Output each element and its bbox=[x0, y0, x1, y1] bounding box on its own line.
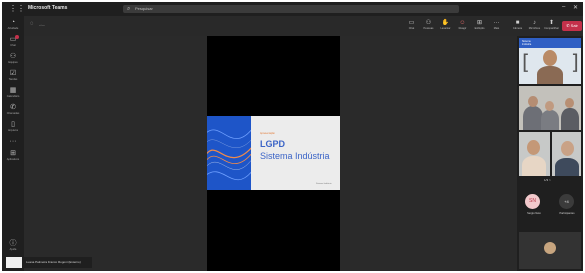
participant-body bbox=[561, 108, 579, 130]
search-input[interactable]: ⌕ Pesquisar bbox=[123, 5, 459, 13]
more-icon: ··· bbox=[9, 138, 17, 145]
shield-icon: ◌ bbox=[30, 21, 34, 27]
participant-head bbox=[565, 98, 574, 108]
participant-body bbox=[537, 66, 563, 84]
video-tile[interactable] bbox=[519, 132, 581, 176]
leave-button[interactable]: ✆ Sair bbox=[562, 21, 582, 31]
teams-icon: ⚇ bbox=[9, 53, 17, 60]
presenter-name-toast: Luana Palmeira Franco Rogoni (Externo) bbox=[6, 257, 92, 268]
participant-head bbox=[561, 141, 574, 156]
search-placeholder: Pesquisar bbox=[135, 6, 153, 11]
chat-icon: ▭ bbox=[408, 20, 415, 26]
tasks-icon: ☑ bbox=[9, 70, 17, 77]
meeting-toolbar: ◌ –:–– ▭ Chat ⚇ Pessoas ✋ Levantar ☺ Rea… bbox=[24, 16, 583, 36]
mic-icon: ♪ bbox=[533, 20, 536, 26]
self-view-person bbox=[544, 242, 556, 254]
leave-label: Sair bbox=[570, 23, 578, 28]
participant-head bbox=[543, 50, 557, 66]
rail-item-files[interactable]: ▯ Arquivos bbox=[2, 121, 24, 137]
chat-button[interactable]: ▭ Chat bbox=[403, 19, 420, 33]
phone-icon: ✆ bbox=[566, 23, 570, 28]
avatar-name: Sergio Neto bbox=[527, 212, 541, 215]
mic-button[interactable]: ♪ Microfone bbox=[526, 19, 543, 33]
presenter-name: Luana Palmeira Franco Rogoni (Externo) bbox=[26, 260, 81, 264]
slide-label: Apresentação bbox=[260, 132, 275, 135]
participant-body bbox=[523, 106, 543, 130]
apps-icon: ⊞ bbox=[10, 150, 16, 157]
app-rail: ◔ Atividade ▭ Chat ⚇ Equipes ☑ Tarefas ▦… bbox=[2, 16, 24, 271]
avatar[interactable]: SN bbox=[525, 194, 540, 209]
participants-panel: Sistema Indústria [ ] 1/3 > SN Sergio Ne… bbox=[517, 36, 583, 271]
presenter-thumbnail bbox=[6, 257, 22, 268]
slide-wave-graphic bbox=[207, 116, 254, 190]
bracket-graphic: ] bbox=[571, 50, 579, 74]
wave-lines-graphic bbox=[207, 127, 254, 181]
app-title: Microsoft Teams bbox=[28, 5, 68, 11]
slide-subtitle: Sistema Indústria bbox=[260, 151, 330, 161]
slide-footer: Sistema Indústria bbox=[316, 183, 332, 185]
view-button[interactable]: ⊞ Exibição bbox=[471, 19, 488, 33]
rail-item-activity[interactable]: ◔ Atividade bbox=[2, 19, 24, 35]
help-icon: ⓘ bbox=[9, 240, 17, 247]
meeting-timer: –:–– bbox=[39, 23, 45, 27]
rail-item-calendar[interactable]: ▦ Calendário bbox=[2, 87, 24, 103]
self-view-tile[interactable] bbox=[519, 232, 581, 269]
participant-head bbox=[527, 140, 540, 155]
react-icon: ☺ bbox=[459, 20, 466, 26]
more-button[interactable]: ··· Mais bbox=[488, 19, 505, 33]
search-icon: ⌕ bbox=[127, 6, 131, 12]
more-participants-count: +4 bbox=[564, 199, 569, 204]
calendar-icon: ▦ bbox=[9, 87, 17, 94]
people-icon: ⚇ bbox=[425, 20, 432, 26]
avatar-initials: SN bbox=[529, 198, 536, 204]
video-tile[interactable] bbox=[519, 86, 581, 130]
rail-item-help[interactable]: ⓘ Ajuda bbox=[2, 240, 24, 256]
raise-hand-icon: ✋ bbox=[441, 20, 450, 26]
close-window-button[interactable]: ✕ bbox=[573, 4, 578, 11]
tile-overlay-text: Sistema Indústria bbox=[522, 40, 532, 46]
phone-icon: ✆ bbox=[10, 104, 16, 111]
bracket-graphic: [ bbox=[522, 50, 530, 74]
view-icon: ⊞ bbox=[476, 20, 483, 26]
tile-divider bbox=[550, 132, 552, 176]
notification-badge bbox=[15, 35, 19, 39]
participant-body bbox=[555, 158, 579, 176]
video-tile[interactable]: Sistema Indústria [ ] bbox=[519, 38, 581, 84]
share-button[interactable]: ⬆ Compartilhar bbox=[543, 19, 560, 33]
app-launcher-icon[interactable]: ⋮⋮ bbox=[9, 5, 25, 13]
react-button[interactable]: ☺ Reagir bbox=[454, 19, 471, 33]
title-bar: ⋮⋮ Microsoft Teams ⌕ Pesquisar – ✕ bbox=[2, 2, 583, 16]
files-icon: ▯ bbox=[11, 121, 15, 128]
rail-item-teams[interactable]: ⚇ Equipes bbox=[2, 53, 24, 69]
raise-hand-button[interactable]: ✋ Levantar bbox=[437, 19, 454, 33]
camera-button[interactable]: ■ Câmera bbox=[509, 19, 526, 33]
minimize-button[interactable]: – bbox=[562, 4, 565, 10]
camera-icon: ■ bbox=[515, 20, 520, 26]
rail-item-apps[interactable]: ⊞ Aplicativos bbox=[2, 150, 24, 166]
chat-icon: ▭ bbox=[9, 36, 17, 43]
shared-screen: Apresentação LGPD Sistema Indústria Sist… bbox=[207, 36, 340, 271]
slide-title: LGPD bbox=[260, 139, 286, 149]
rail-item-chat[interactable]: ▭ Chat bbox=[2, 35, 24, 52]
rail-item-tasks[interactable]: ☑ Tarefas bbox=[2, 70, 24, 86]
gallery-pager[interactable]: 1/3 > bbox=[544, 178, 551, 182]
more-participants-button[interactable]: +4 bbox=[559, 194, 574, 209]
participant-head bbox=[545, 101, 554, 111]
meeting-stage: Apresentação LGPD Sistema Indústria Sist… bbox=[24, 36, 517, 271]
more-participants-label: Participantes bbox=[559, 212, 575, 215]
participant-body bbox=[541, 110, 559, 130]
participant-body bbox=[522, 156, 546, 176]
teams-window: ⋮⋮ Microsoft Teams ⌕ Pesquisar – ✕ ◔ Ati… bbox=[2, 2, 583, 271]
bell-icon: ◔ bbox=[10, 19, 16, 26]
rail-item-calls[interactable]: ✆ Chamadas bbox=[2, 104, 24, 120]
participant-head bbox=[528, 96, 538, 107]
share-icon: ⬆ bbox=[548, 20, 555, 26]
presentation-slide: Apresentação LGPD Sistema Indústria Sist… bbox=[207, 116, 340, 190]
more-icon: ··· bbox=[493, 20, 500, 26]
people-button[interactable]: ⚇ Pessoas bbox=[420, 19, 437, 33]
